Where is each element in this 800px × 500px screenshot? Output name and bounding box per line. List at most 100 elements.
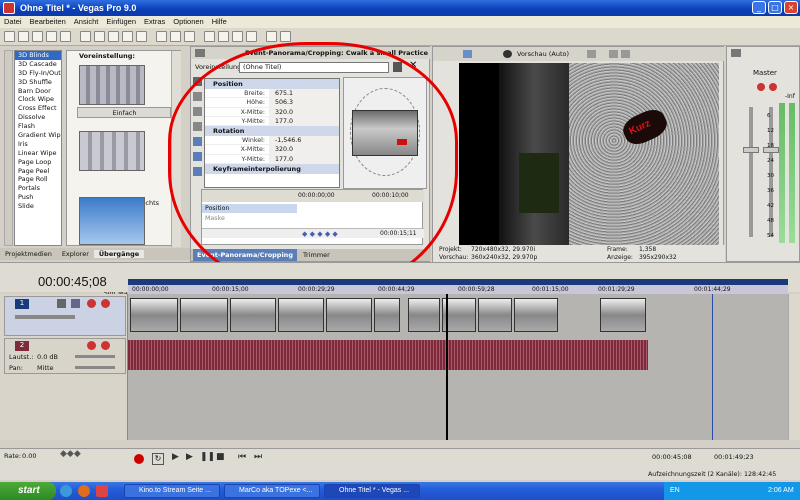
timeline-tracks[interactable] [128, 294, 788, 440]
audio-track-header[interactable]: 2 Lautst.: 0.0 dB Pan: Mitte [4, 338, 126, 374]
list-item[interactable]: Flash [15, 122, 61, 131]
ie-quicklaunch-icon[interactable] [60, 485, 72, 497]
menu-bearbeiten[interactable]: Bearbeiten [26, 17, 70, 26]
timeline-vertical-scrollbar[interactable] [788, 294, 800, 440]
solo-icon[interactable] [101, 341, 110, 350]
save-snapshot-icon[interactable] [621, 50, 630, 58]
list-item[interactable]: Page Loop [15, 158, 61, 167]
pan-slider[interactable] [75, 366, 115, 369]
redo-icon[interactable] [136, 31, 147, 42]
playhead-cursor[interactable] [446, 294, 448, 440]
preset-thumb-2[interactable] [79, 131, 145, 171]
list-item[interactable]: Iris [15, 140, 61, 149]
snap-icon[interactable] [156, 31, 167, 42]
stop-button[interactable]: ■ [216, 452, 225, 462]
taskbar-item-kino[interactable]: Kino.to Stream Seite ... [124, 484, 220, 498]
lock-icon[interactable] [184, 31, 195, 42]
overlay-icon[interactable] [587, 50, 596, 58]
cut-icon[interactable] [80, 31, 91, 42]
go-to-start-button[interactable]: ⏮ [238, 452, 246, 462]
transitions-list[interactable]: 3D Blinds 3D Cascade 3D Fly-In/Out 3D Sh… [14, 50, 62, 246]
video-track-header[interactable]: 1 [4, 296, 126, 336]
render-icon[interactable] [46, 31, 57, 42]
firefox-quicklaunch-icon[interactable] [78, 485, 90, 497]
minimize-button[interactable]: _ [752, 1, 766, 14]
new-icon[interactable] [4, 31, 15, 42]
start-button[interactable]: start [0, 482, 56, 500]
zoom-tool-icon[interactable] [246, 31, 257, 42]
pause-button[interactable]: ❚❚ [200, 452, 215, 462]
video-event[interactable] [180, 298, 228, 332]
loop-playback-button[interactable]: ↻ [152, 453, 164, 465]
list-item[interactable]: Gradient Wipe [15, 131, 61, 140]
record-button[interactable] [134, 454, 144, 464]
composite-level-slider[interactable] [15, 315, 75, 319]
language-indicator[interactable]: EN [670, 487, 680, 494]
properties-icon[interactable] [60, 31, 71, 42]
audio-event-waveform[interactable] [128, 340, 648, 370]
tab-projektmedien[interactable]: Projektmedien [0, 250, 57, 258]
list-item[interactable]: Cross Effect [15, 104, 61, 113]
video-event[interactable] [478, 298, 512, 332]
preview-quality-dropdown[interactable]: Vorschau (Auto) [517, 47, 569, 61]
menu-hilfe[interactable]: Hilfe [208, 17, 231, 26]
master-fx-icon[interactable] [757, 83, 765, 91]
video-event[interactable] [374, 298, 400, 332]
paste-icon[interactable] [108, 31, 119, 42]
pan-crop-menu-icon[interactable] [195, 49, 205, 57]
track-motion-icon[interactable] [57, 299, 66, 308]
undo-icon[interactable] [122, 31, 133, 42]
video-event[interactable] [600, 298, 646, 332]
list-item[interactable]: Push [15, 193, 61, 202]
maximize-button[interactable]: □ [768, 1, 782, 14]
video-event[interactable] [326, 298, 372, 332]
menu-datei[interactable]: Datei [0, 17, 26, 26]
video-event[interactable] [408, 298, 440, 332]
open-icon[interactable] [18, 31, 29, 42]
menu-einfuegen[interactable]: Einfügen [102, 17, 140, 26]
mixer-menu-icon[interactable] [731, 49, 741, 57]
edit-tool-icon[interactable] [204, 31, 215, 42]
preset-thumb-1[interactable] [79, 65, 145, 105]
list-item[interactable]: Page Roll [15, 175, 61, 184]
solo-icon[interactable] [101, 299, 110, 308]
play-from-start-button[interactable]: ▶ [172, 452, 179, 462]
video-event[interactable] [514, 298, 558, 332]
copy-icon[interactable] [94, 31, 105, 42]
master-fader[interactable] [743, 147, 759, 153]
list-item[interactable]: 3D Fly-In/Out [15, 69, 61, 78]
video-event[interactable] [230, 298, 276, 332]
mute-icon[interactable] [87, 299, 96, 308]
preview-settings-icon[interactable] [463, 50, 472, 58]
list-item[interactable]: 3D Cascade [15, 60, 61, 69]
taskbar-item-marco[interactable]: MarCo aka TOPexe <... [224, 484, 320, 498]
save-icon[interactable] [32, 31, 43, 42]
video-event[interactable] [130, 298, 178, 332]
help-icon[interactable] [266, 31, 277, 42]
whats-this-icon[interactable] [280, 31, 291, 42]
track-fx-icon[interactable] [71, 299, 80, 308]
list-item[interactable]: Slide [15, 202, 61, 211]
tab-uebergaenge[interactable]: Übergänge [93, 250, 145, 258]
list-item[interactable]: Linear Wipe [15, 149, 61, 158]
app-quicklaunch-icon[interactable] [96, 485, 108, 497]
copy-snapshot-icon[interactable] [609, 50, 618, 58]
menu-extras[interactable]: Extras [140, 17, 169, 26]
autoripple-icon[interactable] [170, 31, 181, 42]
master-mute-icon[interactable] [769, 83, 777, 91]
video-event[interactable] [278, 298, 324, 332]
menu-optionen[interactable]: Optionen [169, 17, 207, 26]
list-item[interactable]: 3D Shuffle [15, 78, 61, 87]
rate-slider-icon[interactable]: ◆◆◆ [60, 449, 81, 459]
envelope-tool-icon[interactable] [218, 31, 229, 42]
menu-ansicht[interactable]: Ansicht [70, 17, 103, 26]
taskbar-item-vegas[interactable]: Ohne Titel * - Vegas ... [324, 484, 420, 498]
selection-tool-icon[interactable] [232, 31, 243, 42]
list-item[interactable]: Portals [15, 184, 61, 193]
mute-icon[interactable] [87, 341, 96, 350]
volume-slider[interactable] [75, 355, 115, 358]
list-item[interactable]: Page Peel [15, 167, 61, 176]
play-button[interactable]: ▶ [186, 452, 193, 462]
list-item[interactable]: 3D Blinds [15, 51, 61, 60]
list-item[interactable]: Dissolve [15, 113, 61, 122]
